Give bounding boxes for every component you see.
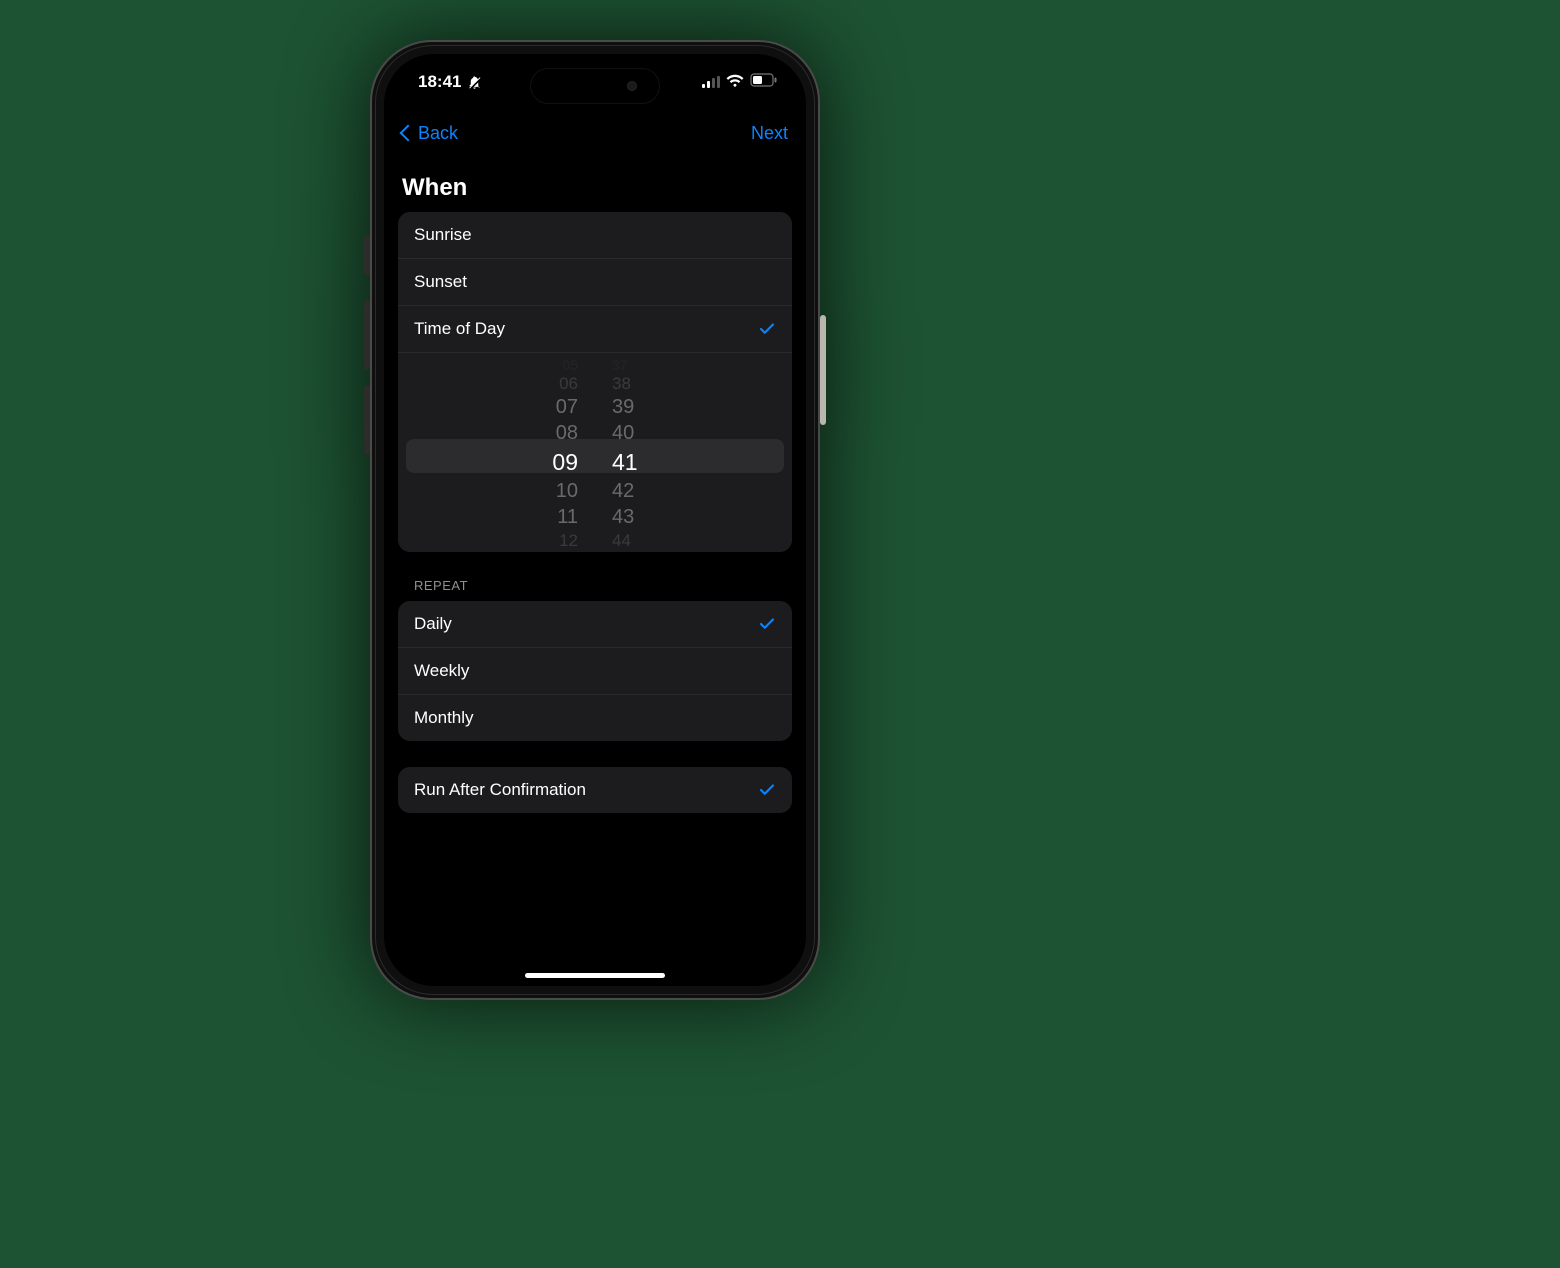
option-label: Sunrise bbox=[414, 225, 472, 245]
status-left: 18:41 bbox=[418, 72, 482, 92]
front-camera-icon bbox=[627, 81, 637, 91]
nav-bar: Back Next bbox=[384, 110, 806, 156]
wheel-item: 05 bbox=[562, 357, 578, 373]
wheel-item: 39 bbox=[612, 394, 634, 420]
option-label: Time of Day bbox=[414, 319, 505, 339]
cellular-signal-icon bbox=[702, 76, 720, 88]
phone-frame: 18:41 bbox=[370, 40, 820, 1000]
wheel-item: 37 bbox=[612, 357, 628, 373]
repeat-group: Daily Weekly Monthly bbox=[398, 601, 792, 741]
option-label: Daily bbox=[414, 614, 452, 634]
screen: 18:41 bbox=[384, 54, 806, 986]
option-label: Run After Confirmation bbox=[414, 780, 586, 800]
main-scroll[interactable]: Sunrise Sunset Time of Day bbox=[384, 212, 806, 986]
time-picker[interactable]: 05 06 07 08 09 10 11 12 bbox=[398, 352, 792, 552]
wheel-item: 07 bbox=[556, 394, 578, 420]
side-button-power bbox=[820, 315, 826, 425]
option-label: Weekly bbox=[414, 661, 469, 681]
option-time-of-day[interactable]: Time of Day bbox=[398, 305, 792, 352]
dynamic-island bbox=[530, 68, 660, 104]
page-title: When bbox=[384, 156, 806, 212]
back-label: Back bbox=[418, 123, 458, 144]
option-sunrise[interactable]: Sunrise bbox=[398, 212, 792, 258]
hour-wheel[interactable]: 05 06 07 08 09 10 11 12 bbox=[552, 353, 578, 552]
wheel-item: 11 bbox=[557, 505, 578, 531]
option-run-after-confirmation[interactable]: Run After Confirmation bbox=[398, 767, 792, 813]
wifi-icon bbox=[726, 72, 744, 92]
status-right bbox=[702, 72, 778, 92]
option-label: Sunset bbox=[414, 272, 467, 292]
checkmark-icon bbox=[758, 615, 776, 633]
wheel-item: 43 bbox=[612, 505, 634, 531]
wheel-item: 38 bbox=[612, 373, 631, 394]
next-button[interactable]: Next bbox=[751, 123, 788, 144]
confirmation-group: Run After Confirmation bbox=[398, 767, 792, 813]
wheel-item: 40 bbox=[612, 420, 634, 446]
checkmark-icon bbox=[758, 781, 776, 799]
wheel-item: 42 bbox=[612, 479, 634, 505]
checkmark-icon bbox=[758, 320, 776, 338]
wheel-item-selected: 09 bbox=[552, 446, 578, 479]
option-sunset[interactable]: Sunset bbox=[398, 258, 792, 305]
wheel-item: 12 bbox=[559, 531, 578, 552]
wheel-item: 10 bbox=[556, 479, 578, 505]
back-button[interactable]: Back bbox=[402, 123, 458, 144]
battery-icon bbox=[750, 72, 778, 92]
phone-mockup: 18:41 bbox=[370, 40, 820, 1000]
silent-mode-icon bbox=[467, 75, 482, 90]
wheel-item-selected: 41 bbox=[612, 446, 638, 479]
option-weekly[interactable]: Weekly bbox=[398, 647, 792, 694]
home-indicator[interactable] bbox=[525, 973, 665, 978]
minute-wheel[interactable]: 37 38 39 40 41 42 43 44 bbox=[612, 353, 638, 552]
when-group: Sunrise Sunset Time of Day bbox=[398, 212, 792, 552]
wheel-item: 06 bbox=[559, 373, 578, 394]
wheel-item: 44 bbox=[612, 531, 631, 552]
option-monthly[interactable]: Monthly bbox=[398, 694, 792, 741]
option-daily[interactable]: Daily bbox=[398, 601, 792, 647]
content: Back Next When Sunrise Sunset Ti bbox=[384, 110, 806, 986]
chevron-left-icon bbox=[400, 125, 417, 142]
repeat-header: REPEAT bbox=[398, 578, 792, 601]
option-label: Monthly bbox=[414, 708, 474, 728]
status-time: 18:41 bbox=[418, 72, 461, 92]
wheel-item: 08 bbox=[556, 420, 578, 446]
